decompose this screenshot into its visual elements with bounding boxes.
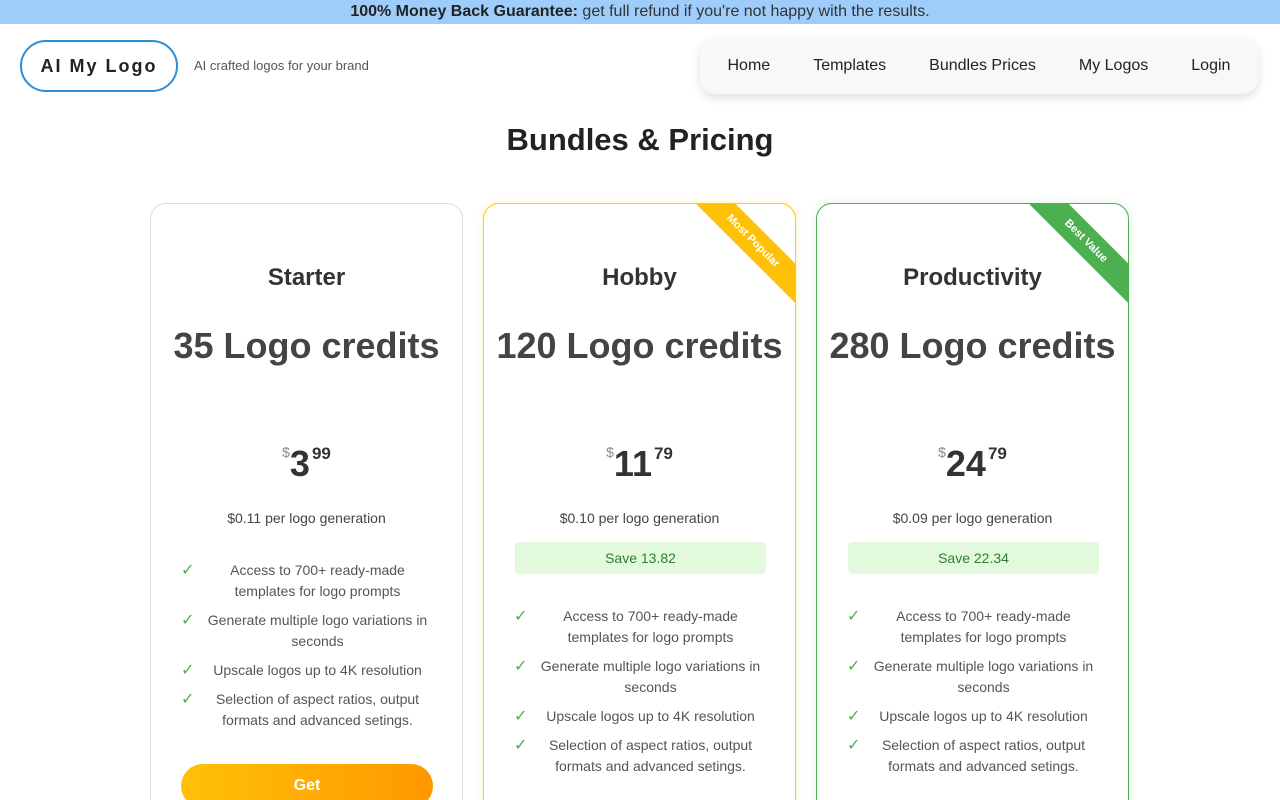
plan-card-starter: Starter 35 Logo credits $3 99 $0.11 per l… [150, 203, 463, 800]
feature-text: Access to 700+ ready-made templates for … [563, 608, 738, 645]
feature-text: Access to 700+ ready-made templates for … [896, 608, 1071, 645]
currency-symbol: $ [938, 444, 946, 460]
site-logo-button[interactable]: AI My Logo [20, 40, 178, 92]
feature-item: ✓ Upscale logos up to 4K resolution [847, 706, 1100, 727]
price-cents: 99 [311, 444, 331, 463]
plan-card-hobby: Most Popular Hobby 120 Logo credits $11 7… [483, 203, 796, 800]
nav-my-logos[interactable]: My Logos [1079, 57, 1148, 75]
nav-templates[interactable]: Templates [813, 57, 886, 75]
plan-card-productivity: Best Value Productivity 280 Logo credits… [816, 203, 1129, 800]
site-tagline: AI crafted logos for your brand [194, 58, 369, 73]
price-cents: 79 [653, 444, 673, 463]
plan-price: $3 99 [151, 442, 462, 486]
get-starter-button[interactable]: Get [181, 764, 433, 800]
feature-item: ✓ Upscale logos up to 4K resolution [514, 706, 767, 727]
feature-text: Generate multiple logo variations in sec… [873, 658, 1094, 695]
per-generation-price: $0.10 per logo generation [559, 510, 720, 526]
currency-symbol: $ [282, 444, 290, 460]
plan-credits: 120 Logo credits [496, 325, 783, 366]
feature-list: ✓ Access to 700+ ready-made templates for… [847, 606, 1100, 785]
currency-symbol: $ [606, 444, 614, 460]
plan-name: Productivity [903, 264, 1042, 291]
feature-text: Upscale logos up to 4K resolution [213, 662, 422, 678]
plan-price: $11 79 [484, 442, 795, 486]
per-generation-price: $0.09 per logo generation [892, 510, 1053, 526]
feature-item: ✓ Generate multiple logo variations in se… [847, 656, 1100, 698]
feature-text: Upscale logos up to 4K resolution [879, 708, 1088, 724]
feature-item: ✓ Generate multiple logo variations in se… [514, 656, 767, 698]
feature-text: Selection of aspect ratios, output forma… [215, 691, 420, 728]
plan-credits: 280 Logo credits [829, 325, 1116, 366]
check-icon: ✓ [847, 737, 861, 754]
check-icon: ✓ [514, 658, 528, 675]
feature-list: ✓ Access to 700+ ready-made templates for… [514, 606, 767, 785]
check-icon: ✓ [514, 708, 528, 725]
banner-bold-text: 100% Money Back Guarantee: [350, 3, 578, 20]
feature-item: ✓ Selection of aspect ratios, output form… [847, 735, 1100, 777]
check-icon: ✓ [847, 658, 861, 675]
feature-item: ✓ Selection of aspect ratios, output form… [181, 689, 434, 731]
nav-bundles-prices[interactable]: Bundles Prices [929, 57, 1036, 75]
main-nav: Home Templates Bundles Prices My Logos L… [700, 38, 1258, 94]
price-whole: 24 [945, 443, 986, 484]
feature-text: Generate multiple logo variations in sec… [540, 658, 761, 695]
feature-text: Selection of aspect ratios, output forma… [881, 737, 1086, 774]
feature-item: ✓ Access to 700+ ready-made templates for… [514, 606, 767, 648]
plan-credits: 35 Logo credits [173, 325, 440, 366]
feature-text: Access to 700+ ready-made templates for … [230, 562, 405, 599]
banner-text: get full refund if you're not happy with… [577, 3, 930, 20]
check-icon: ✓ [181, 691, 195, 708]
check-icon: ✓ [181, 662, 195, 679]
check-icon: ✓ [514, 737, 528, 754]
feature-text: Upscale logos up to 4K resolution [546, 708, 755, 724]
page-title: Bundles & Pricing [506, 122, 774, 157]
check-icon: ✓ [181, 612, 195, 629]
price-whole: 3 [289, 443, 310, 484]
guarantee-banner: 100% Money Back Guarantee: get full refu… [0, 0, 1280, 24]
per-generation-price: $0.11 per logo generation [227, 510, 386, 526]
feature-text: Generate multiple logo variations in sec… [207, 612, 428, 649]
feature-text: Selection of aspect ratios, output forma… [548, 737, 753, 774]
savings-badge: Save 22.34 [848, 542, 1099, 574]
nav-home[interactable]: Home [728, 57, 771, 75]
feature-item: ✓ Access to 700+ ready-made templates for… [181, 560, 434, 602]
feature-item: ✓ Upscale logos up to 4K resolution [181, 660, 434, 681]
nav-login[interactable]: Login [1191, 57, 1230, 75]
feature-item: ✓ Access to 700+ ready-made templates for… [847, 606, 1100, 648]
feature-item: ✓ Selection of aspect ratios, output form… [514, 735, 767, 777]
plan-name: Hobby [602, 264, 677, 291]
check-icon: ✓ [847, 608, 861, 625]
check-icon: ✓ [181, 562, 195, 579]
price-whole: 11 [613, 443, 652, 484]
check-icon: ✓ [514, 608, 528, 625]
feature-list: ✓ Access to 700+ ready-made templates for… [181, 560, 434, 739]
plan-price: $24 79 [817, 442, 1128, 486]
plan-name: Starter [267, 264, 346, 291]
savings-badge: Save 13.82 [515, 542, 766, 574]
check-icon: ✓ [847, 708, 861, 725]
feature-item: ✓ Generate multiple logo variations in se… [181, 610, 434, 652]
price-cents: 79 [987, 444, 1007, 463]
